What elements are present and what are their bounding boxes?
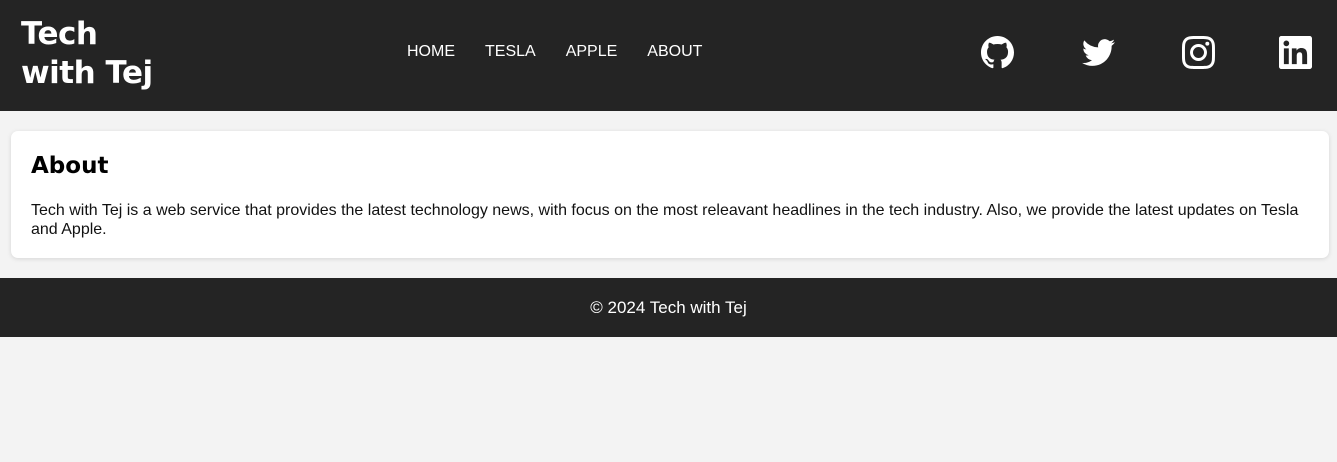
site-header: Tech with Tej HOME TESLA APPLE ABOUT: [0, 0, 1337, 111]
instagram-icon: [1181, 35, 1215, 69]
nav-about[interactable]: ABOUT: [647, 42, 702, 62]
about-heading: About: [31, 153, 109, 179]
linkedin-link[interactable]: [1277, 34, 1313, 70]
nav-apple[interactable]: APPLE: [566, 42, 618, 62]
twitter-link[interactable]: [1080, 34, 1116, 70]
nav-tesla[interactable]: TESLA: [485, 42, 536, 62]
github-link[interactable]: [979, 34, 1015, 70]
site-footer: © 2024 Tech with Tej: [0, 278, 1337, 337]
nav-home[interactable]: HOME: [407, 42, 455, 62]
about-text: Tech with Tej is a web service that prov…: [31, 202, 1299, 238]
linkedin-icon: [1278, 35, 1312, 69]
instagram-link[interactable]: [1180, 34, 1216, 70]
brand-logo[interactable]: Tech with Tej: [21, 15, 153, 93]
about-card: About Tech with Tej is a web service tha…: [11, 131, 1329, 258]
brand-line-2: with Tej: [21, 55, 153, 91]
brand-line-1: Tech: [21, 16, 98, 52]
twitter-icon: [1081, 38, 1115, 66]
copyright-text: © 2024 Tech with Tej: [590, 297, 747, 317]
main-nav: HOME TESLA APPLE ABOUT: [407, 42, 702, 62]
github-icon: [980, 35, 1014, 68]
